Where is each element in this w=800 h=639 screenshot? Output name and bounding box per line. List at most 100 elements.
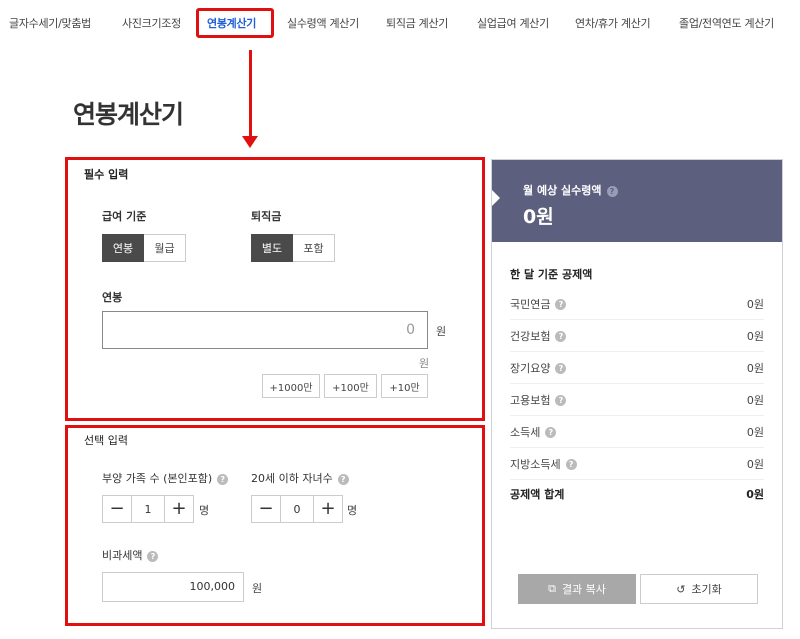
top-nav: 글자수세기/맞춤법 사진크기조정 연봉계산기 실수령액 계산기 퇴직금 계산기 … bbox=[0, 0, 800, 44]
copy-icon: ⧉ bbox=[548, 582, 556, 595]
deduction-label-text: 지방소득세 bbox=[510, 457, 561, 471]
question-circle-icon[interactable]: ? bbox=[555, 395, 567, 406]
salary-input[interactable]: 0 bbox=[102, 311, 428, 349]
add-100-thousand-button[interactable]: +10만 bbox=[381, 374, 428, 398]
dependents-minus-button[interactable]: − bbox=[102, 495, 132, 523]
dependents-stepper: − 1 + bbox=[102, 495, 194, 523]
nav-item-net-pay[interactable]: 실수령액 계산기 bbox=[287, 15, 359, 31]
deduction-label-text: 국민연금 bbox=[510, 297, 551, 311]
page-title: 연봉계산기 bbox=[73, 100, 184, 129]
question-circle-icon[interactable]: ? bbox=[565, 459, 577, 470]
deduction-value: 0원 bbox=[746, 425, 764, 439]
result-header: 월 예상 실수령액? 0원 bbox=[492, 160, 782, 242]
minus-icon: − bbox=[258, 498, 274, 519]
children-stepper: − 0 + bbox=[251, 495, 343, 523]
pay-basis-monthly-button[interactable]: 월급 bbox=[144, 234, 186, 262]
deduction-label: 건강보험? bbox=[510, 328, 567, 344]
plus-icon: + bbox=[320, 498, 336, 519]
nav-item-graduation-year[interactable]: 졸업/전역연도 계산기 bbox=[679, 15, 774, 31]
annotation-arrow-line bbox=[249, 50, 252, 138]
add-1-million-button[interactable]: +100만 bbox=[324, 374, 377, 398]
pay-basis-annual-button[interactable]: 연봉 bbox=[102, 234, 144, 262]
deduction-row-health-insurance: 건강보험? 0원 bbox=[510, 320, 764, 352]
add-10-million-button[interactable]: +1000만 bbox=[262, 374, 320, 398]
deduction-row-national-pension: 국민연금? 0원 bbox=[510, 288, 764, 320]
salary-sub-unit: 원 bbox=[419, 357, 430, 370]
nontaxable-input[interactable]: 100,000 bbox=[102, 572, 244, 602]
optional-section-title: 선택 입력 bbox=[84, 434, 128, 447]
deduction-label-text: 고용보험 bbox=[510, 393, 551, 407]
question-circle-icon[interactable]: ? bbox=[606, 185, 618, 197]
deduction-total-row: 공제액 합계 0원 bbox=[510, 478, 764, 510]
deduction-value: 0원 bbox=[746, 297, 764, 311]
deduction-label: 소득세? bbox=[510, 424, 557, 440]
deduction-row-local-income-tax: 지방소득세? 0원 bbox=[510, 448, 764, 480]
monthly-net-label: 월 예상 실수령액? bbox=[523, 182, 618, 198]
required-section-title: 필수 입력 bbox=[84, 168, 129, 181]
severance-separate-button[interactable]: 별도 bbox=[251, 234, 293, 262]
deduction-value: 0원 bbox=[746, 457, 764, 471]
deduction-row-long-term-care: 장기요양? 0원 bbox=[510, 352, 764, 384]
children-label-text: 20세 이하 자녀수 bbox=[251, 472, 333, 485]
monthly-net-amount: 0원 bbox=[523, 206, 554, 228]
deduction-title: 한 달 기준 공제액 bbox=[510, 268, 593, 281]
nav-item-severance[interactable]: 퇴직금 계산기 bbox=[386, 15, 448, 31]
question-circle-icon[interactable]: ? bbox=[337, 473, 349, 485]
dependents-label: 부양 가족 수 (본인포함)? bbox=[102, 470, 229, 486]
nav-item-char-count[interactable]: 글자수세기/맞춤법 bbox=[9, 15, 91, 31]
reset-label: 초기화 bbox=[691, 583, 722, 596]
question-circle-icon[interactable]: ? bbox=[555, 299, 567, 310]
pay-basis-toggle: 연봉 월급 bbox=[102, 234, 186, 262]
deduction-value: 0원 bbox=[746, 393, 764, 407]
salary-label: 연봉 bbox=[102, 291, 123, 304]
deduction-value: 0원 bbox=[746, 329, 764, 343]
children-minus-button[interactable]: − bbox=[251, 495, 281, 523]
active-nav-highlight bbox=[196, 8, 274, 38]
question-circle-icon[interactable]: ? bbox=[555, 331, 567, 342]
nav-item-photo-resize[interactable]: 사진크기조정 bbox=[122, 15, 181, 31]
children-label: 20세 이하 자녀수? bbox=[251, 470, 349, 486]
nav-item-annual-leave[interactable]: 연차/휴가 계산기 bbox=[575, 15, 651, 31]
nav-item-unemployment[interactable]: 실업급여 계산기 bbox=[477, 15, 549, 31]
deduction-label-text: 소득세 bbox=[510, 425, 541, 439]
deduction-row-employment-insurance: 고용보험? 0원 bbox=[510, 384, 764, 416]
nontaxable-label-text: 비과세액 bbox=[102, 549, 143, 562]
deduction-label: 지방소득세? bbox=[510, 456, 577, 472]
result-header-notch bbox=[492, 190, 500, 206]
pay-basis-label: 급여 기준 bbox=[102, 210, 147, 223]
deduction-label: 고용보험? bbox=[510, 392, 567, 408]
deduction-label: 국민연금? bbox=[510, 296, 567, 312]
severance-toggle: 별도 포함 bbox=[251, 234, 335, 262]
dependents-label-text: 부양 가족 수 (본인포함) bbox=[102, 472, 213, 485]
children-value[interactable]: 0 bbox=[281, 495, 313, 523]
children-unit: 명 bbox=[347, 504, 358, 517]
reset-button[interactable]: ↺ 초기화 bbox=[640, 574, 758, 604]
nontaxable-label: 비과세액? bbox=[102, 547, 159, 563]
question-circle-icon[interactable]: ? bbox=[217, 473, 229, 485]
result-panel: 월 예상 실수령액? 0원 한 달 기준 공제액 국민연금? 0원 건강보험? … bbox=[491, 159, 783, 629]
question-circle-icon[interactable]: ? bbox=[545, 427, 557, 438]
deduction-label: 장기요양? bbox=[510, 360, 567, 376]
question-circle-icon[interactable]: ? bbox=[555, 363, 567, 374]
children-plus-button[interactable]: + bbox=[313, 495, 343, 523]
dependents-plus-button[interactable]: + bbox=[164, 495, 194, 523]
nontaxable-unit: 원 bbox=[252, 582, 263, 595]
annotation-arrow-head bbox=[242, 136, 258, 148]
deduction-total-label: 공제액 합계 bbox=[510, 488, 565, 501]
deduction-label-text: 장기요양 bbox=[510, 361, 551, 375]
copy-result-label: 결과 복사 bbox=[561, 583, 606, 596]
deduction-value: 0원 bbox=[746, 361, 764, 375]
question-circle-icon[interactable]: ? bbox=[147, 550, 159, 562]
monthly-net-label-text: 월 예상 실수령액 bbox=[523, 184, 602, 197]
deduction-label-text: 건강보험 bbox=[510, 329, 551, 343]
dependents-value[interactable]: 1 bbox=[132, 495, 164, 523]
deduction-total-value: 0원 bbox=[746, 488, 764, 501]
severance-label: 퇴직금 bbox=[251, 210, 282, 223]
refresh-icon: ↺ bbox=[676, 582, 686, 596]
severance-included-button[interactable]: 포함 bbox=[293, 234, 335, 262]
copy-result-button[interactable]: ⧉ 결과 복사 bbox=[518, 574, 636, 604]
dependents-unit: 명 bbox=[199, 504, 210, 517]
plus-icon: + bbox=[171, 498, 187, 519]
minus-icon: − bbox=[109, 498, 125, 519]
salary-unit: 원 bbox=[436, 325, 447, 338]
